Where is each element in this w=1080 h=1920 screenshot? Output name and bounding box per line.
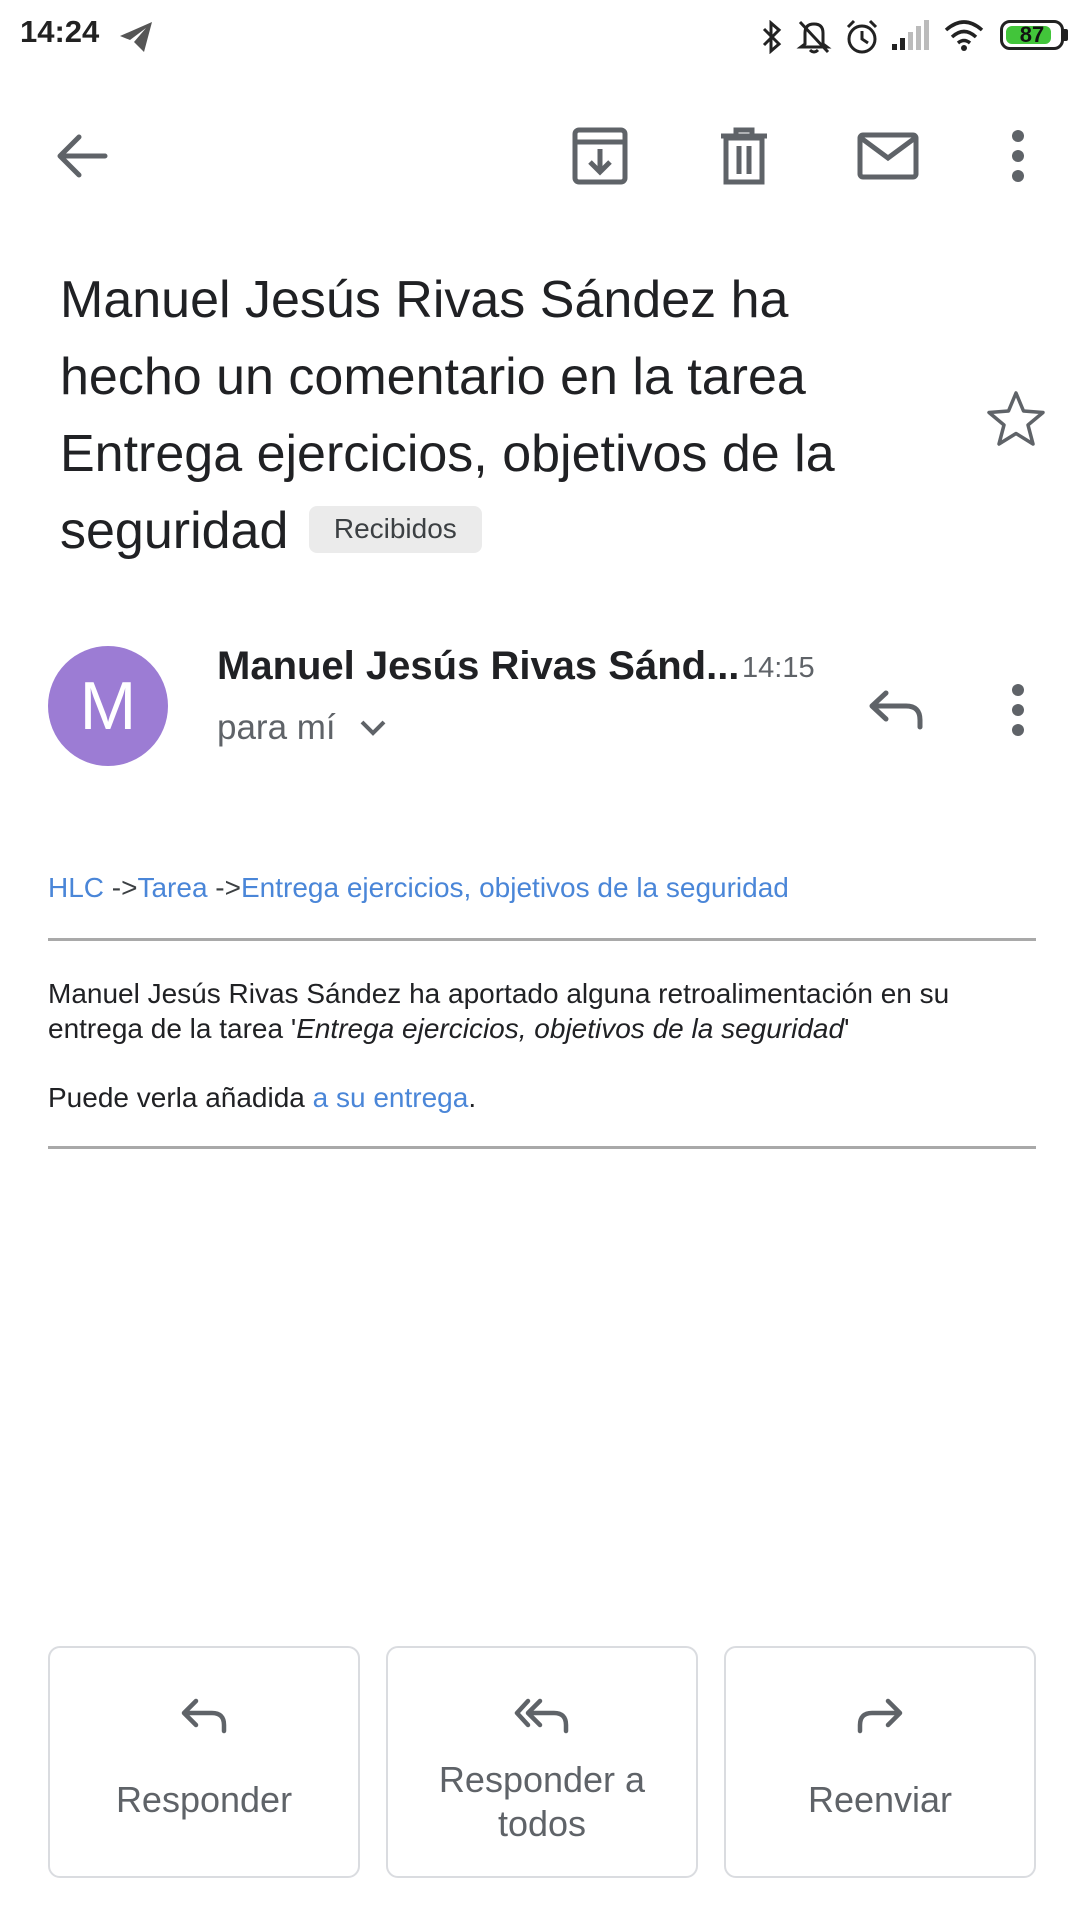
breadcrumb-module-link[interactable]: Tarea — [137, 872, 207, 903]
body-text-end: . — [468, 1082, 477, 1113]
status-time: 14:24 — [20, 14, 100, 49]
reply-all-label-line2: todos — [497, 1803, 587, 1844]
star-icon — [987, 391, 1045, 446]
breadcrumb-separator: -> — [207, 872, 241, 903]
mark-unread-icon — [857, 132, 919, 180]
email-time: 14:15 — [742, 652, 815, 684]
star-button[interactable] — [980, 383, 1052, 455]
divider — [48, 1146, 1036, 1149]
reply-icon — [50, 1696, 358, 1736]
more-vert-icon — [1012, 684, 1024, 736]
reply-button[interactable] — [858, 672, 934, 748]
battery-nub — [1063, 29, 1068, 41]
body-paragraph: Manuel Jesús Rivas Sández ha aportado al… — [48, 976, 1038, 1046]
reply-label: Responder — [115, 1779, 293, 1820]
more-options-button[interactable] — [980, 118, 1056, 194]
recipient-label[interactable]: para mí — [217, 708, 336, 748]
delete-button[interactable] — [706, 118, 782, 194]
forward-label: Reenviar — [807, 1779, 953, 1820]
telegram-icon — [118, 20, 154, 54]
breadcrumb-separator: -> — [104, 872, 138, 903]
reply-all-action-button[interactable]: Responder a todos — [386, 1646, 698, 1878]
reply-all-label-line1: Responder a — [438, 1759, 646, 1800]
forward-icon — [726, 1696, 1034, 1736]
alarm-icon — [844, 18, 880, 56]
signal-icon — [890, 18, 930, 52]
breadcrumb-course-link[interactable]: HLC — [48, 872, 104, 903]
wifi-icon — [944, 20, 984, 52]
chevron-down-icon[interactable] — [358, 718, 388, 743]
back-button[interactable] — [44, 118, 120, 194]
reply-action-button[interactable]: Responder — [48, 1646, 360, 1878]
back-arrow-icon — [57, 134, 108, 178]
archive-icon — [572, 127, 628, 185]
reply-icon — [869, 690, 923, 730]
body-text-end: ' — [844, 1013, 850, 1044]
avatar[interactable]: M — [48, 646, 168, 766]
divider — [48, 938, 1036, 941]
body-text: Puede verla añadida — [48, 1082, 313, 1113]
submission-link[interactable]: a su entrega — [313, 1082, 469, 1113]
delete-icon — [721, 127, 767, 185]
breadcrumb-assignment-link[interactable]: Entrega ejercicios, objetivos de la segu… — [241, 872, 789, 903]
battery-percent: 87 — [1019, 22, 1045, 47]
assignment-title: Entrega ejercicios, objetivos de la segu… — [296, 1013, 845, 1044]
sender-name[interactable]: Manuel Jesús Rivas Sánd... — [217, 644, 739, 689]
forward-action-button[interactable]: Reenviar — [724, 1646, 1036, 1878]
mark-unread-button[interactable] — [850, 118, 926, 194]
body-line: Puede verla añadida a su entrega. — [48, 1082, 476, 1114]
reply-all-icon — [388, 1696, 696, 1736]
bluetooth-icon — [760, 20, 784, 54]
mute-icon — [796, 18, 832, 56]
breadcrumb: HLC ->Tarea ->Entrega ejercicios, objeti… — [48, 872, 789, 904]
message-more-button[interactable] — [980, 672, 1056, 748]
email-subject: Manuel Jesús Rivas Sández ha hecho un co… — [60, 262, 940, 570]
archive-button[interactable] — [562, 118, 638, 194]
more-vert-icon — [1012, 130, 1024, 182]
battery-icon: 87 — [1000, 20, 1064, 50]
label-chip[interactable]: Recibidos — [308, 505, 482, 553]
